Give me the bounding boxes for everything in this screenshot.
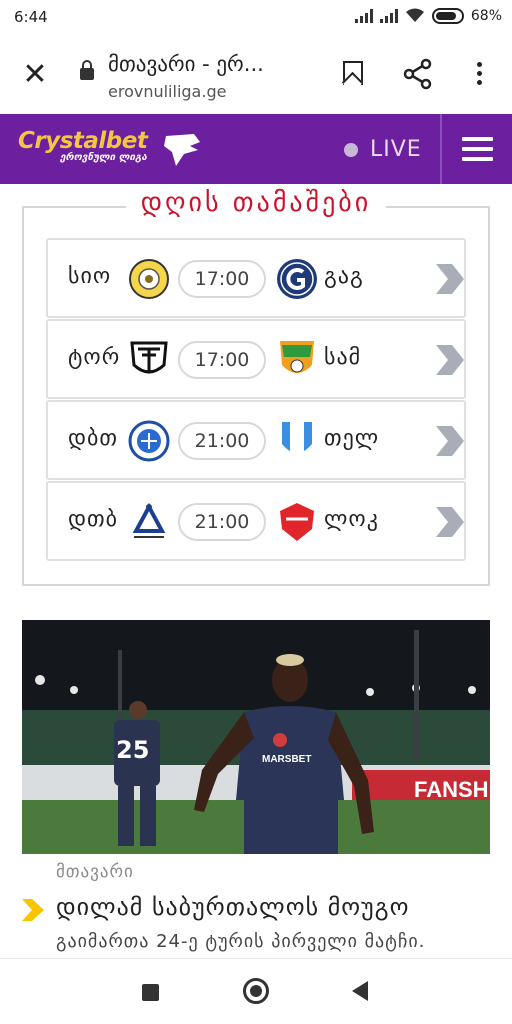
match-time: 21:00 — [178, 422, 266, 460]
live-button[interactable]: LIVE — [370, 137, 422, 162]
battery-icon — [431, 8, 464, 24]
sioni-crest-icon — [129, 259, 169, 299]
match-time: 17:00 — [178, 341, 266, 379]
logo-subtitle: ეროვნული ლიგა — [60, 152, 147, 163]
live-dot-icon — [344, 143, 358, 157]
todays-games-title: დღის თამაშები — [126, 188, 386, 224]
news-category[interactable]: მთავარი — [56, 862, 134, 882]
dinamo-tbilisi-crest-icon — [132, 502, 166, 538]
close-icon[interactable]: ✕ — [18, 60, 52, 90]
news-subtitle: გაიმართა 24-ე ტურის პირველი მატჩი. — [56, 931, 426, 952]
logo-name: Crystalbet — [18, 128, 148, 154]
crystalbet-logo[interactable]: Crystalbet ეროვნული ლიგა — [18, 128, 148, 163]
news-title[interactable]: დილამ საბურთალოს მოუგო — [56, 893, 410, 921]
knight-logo-icon — [164, 134, 200, 166]
status-bar: 6:44 68% — [0, 0, 512, 36]
home-team: სიო — [68, 264, 112, 289]
status-time: 6:44 — [14, 8, 48, 26]
match-row[interactable]: ტორ 17:00 სამ — [46, 319, 466, 399]
site-header: Crystalbet ეროვნული ლიგა — [0, 114, 512, 184]
chevron-right-icon[interactable] — [432, 424, 466, 458]
lokomotivi-crest-icon — [280, 503, 314, 541]
torpedo-crest-icon — [130, 341, 168, 374]
battery-level: 68% — [470, 8, 502, 24]
match-time: 21:00 — [178, 503, 266, 541]
telavi-crest-icon — [282, 422, 312, 457]
away-team: სამ — [324, 345, 362, 370]
board-text: FANSH — [414, 777, 489, 802]
chevron-right-icon — [22, 899, 44, 921]
away-team: თელ — [324, 426, 380, 451]
gagra-crest-icon — [277, 259, 317, 299]
page-title: მთავარი - ერ... — [108, 52, 264, 76]
home-team: დთბ — [68, 507, 118, 532]
match-time: 17:00 — [178, 260, 266, 298]
away-team: ლოკ — [324, 507, 379, 532]
more-options-icon[interactable] — [462, 56, 498, 92]
lock-icon — [80, 60, 94, 80]
sponsor-text: MARSBET — [262, 754, 311, 765]
back-icon[interactable] — [352, 981, 368, 1001]
hamburger-menu-button[interactable] — [442, 114, 512, 184]
system-nav-bar — [0, 958, 512, 1024]
bookmark-icon[interactable] — [333, 56, 369, 92]
match-row[interactable]: დბთ 21:00 თელ — [46, 400, 466, 480]
browser-toolbar: ✕ მთავარი - ერ... erovnuliliga.ge — [0, 36, 512, 114]
share-icon[interactable] — [400, 56, 436, 92]
home-icon[interactable] — [243, 978, 269, 1004]
news-photo[interactable]: FANSH 25 MARSBET — [22, 620, 490, 854]
match-row[interactable]: დთბ 21:00 ლოკ — [46, 481, 466, 561]
recents-icon[interactable] — [142, 984, 159, 1001]
home-team: ტორ — [68, 345, 121, 370]
chevron-right-icon[interactable] — [432, 343, 466, 377]
home-team: დბთ — [68, 426, 118, 451]
player-number-text: 25 — [116, 736, 149, 764]
wifi-icon — [405, 8, 424, 22]
signal-icon — [379, 9, 398, 23]
status-icons: 68% — [354, 8, 502, 24]
signal-icon — [354, 9, 373, 23]
chevron-right-icon[interactable] — [432, 505, 466, 539]
url-text[interactable]: erovnuliliga.ge — [108, 82, 226, 101]
away-team: გაგ — [324, 264, 364, 289]
chevron-right-icon[interactable] — [432, 262, 466, 296]
samgurali-crest-icon — [280, 341, 314, 373]
match-row[interactable]: სიო 17:00 გაგ — [46, 238, 466, 318]
dinamo-batumi-crest-icon — [128, 420, 170, 462]
